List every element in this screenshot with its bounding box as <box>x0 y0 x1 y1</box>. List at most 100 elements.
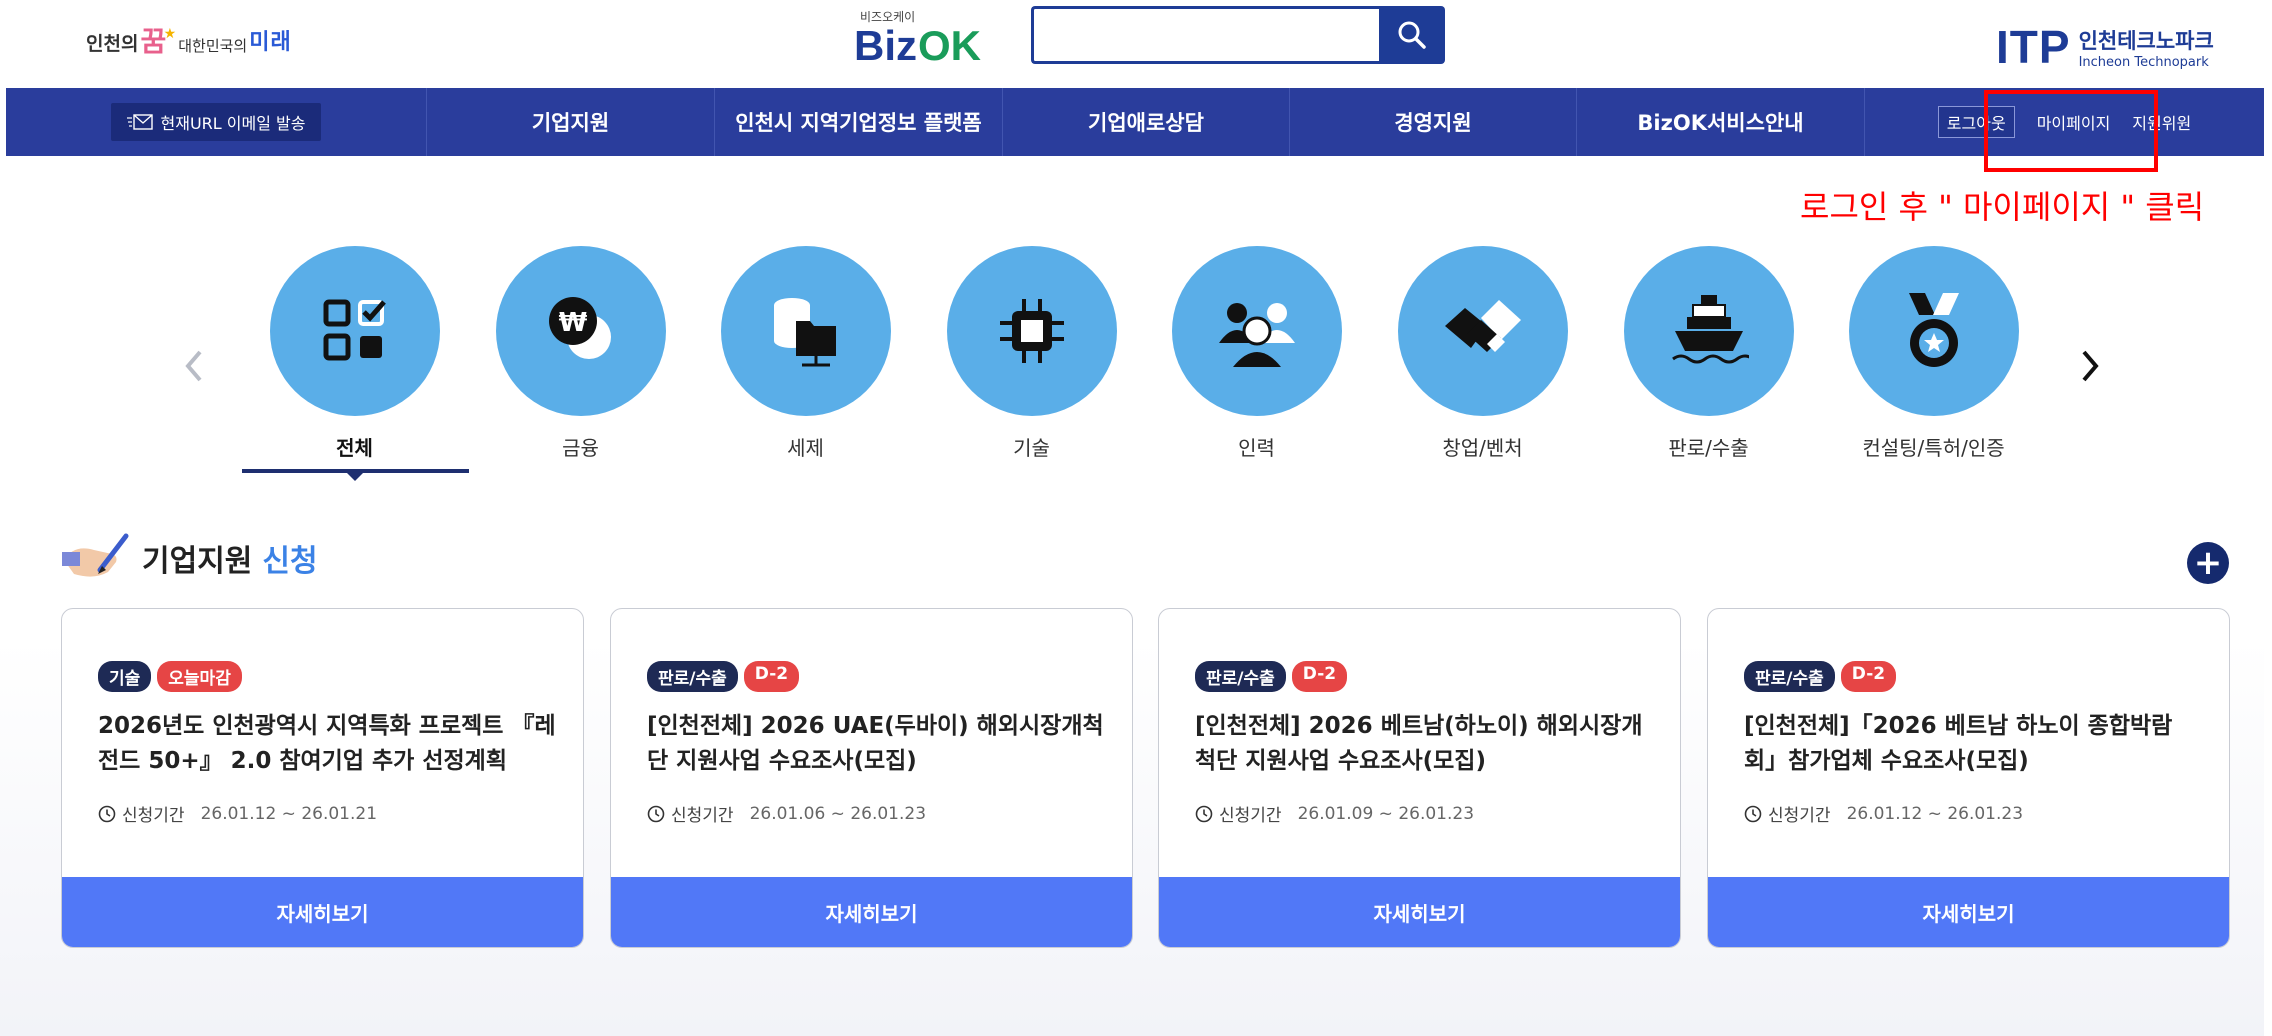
category-startup-label: 창업/벤처 <box>1442 436 1523 460</box>
period-dates: 26.01.12 ~ 26.01.21 <box>200 803 378 824</box>
main-nav: 현재URL 이메일 발송 기업지원 인천시 지역기업정보 플랫폼 기업애로상담 … <box>6 88 2264 156</box>
card-title[interactable]: [인천전체] 2026 UAE(두바이) 해외시장개척단 지원사업 수요조사(모… <box>647 709 1107 779</box>
deadline-badge: D-2 <box>1291 661 1348 692</box>
category-tag: 판로/수출 <box>647 661 738 692</box>
support-card-list: 기술 오늘마감 2026년도 인천광역시 지역특화 프로젝트 『레전드 50+』 … <box>61 608 2231 948</box>
category-tax[interactable]: 세제 <box>693 246 918 461</box>
category-tag: 판로/수출 <box>1744 661 1835 692</box>
incheon-slogan-logo[interactable]: 인천의 꿈 ★ 대한민국의 미래 <box>86 16 292 56</box>
category-hr[interactable]: 인력 <box>1144 246 1369 461</box>
category-carousel: 전체 ₩ 금융 세제 기술 인력 창업/벤처 판로/수출 컨설팅/특허/인증 <box>186 246 2086 486</box>
detail-button[interactable]: 자세히보기 <box>62 877 583 947</box>
search-field[interactable] <box>1031 6 1379 64</box>
card-period: 신청기간 26.01.12 ~ 26.01.21 <box>98 801 377 826</box>
card-period: 신청기간 26.01.09 ~ 26.01.23 <box>1195 801 1474 826</box>
won-coin-icon: ₩ <box>495 246 666 416</box>
svg-text:₩: ₩ <box>558 308 587 338</box>
section-header: 기업지원 신청 <box>60 530 318 586</box>
category-export[interactable]: 판로/수출 <box>1596 246 1821 461</box>
itp-name-en: Incheon Technopark <box>2078 54 2209 70</box>
category-export-label: 판로/수출 <box>1668 436 1749 460</box>
deadline-badge: 오늘마감 <box>157 661 242 692</box>
people-icon <box>1171 246 1342 416</box>
deadline-badge: D-2 <box>1840 661 1897 692</box>
category-consulting[interactable]: 컨설팅/특허/인증 <box>1821 246 2046 461</box>
category-hr-label: 인력 <box>1238 436 1275 460</box>
support-card[interactable]: 기술 오늘마감 2026년도 인천광역시 지역특화 프로젝트 『레전드 50+』 … <box>61 608 584 948</box>
star-icon: ★ <box>163 26 177 42</box>
bizok-logo[interactable]: 비즈오케이 Biz OK <box>852 8 1002 69</box>
slogan-dream: 꿈 ★ <box>140 26 176 56</box>
instruction-annotation: 로그인 후 " 마이페이지 " 클릭 <box>1800 188 2205 226</box>
ship-icon <box>1623 246 1794 416</box>
more-plus-button[interactable]: + <box>2187 542 2229 584</box>
category-tax-label: 세제 <box>787 436 824 460</box>
support-card[interactable]: 판로/수출 D-2 [인천전체]「2026 베트남 하노이 종합박람회」참가업체 … <box>1707 608 2230 948</box>
nav-item-support[interactable]: 기업지원 <box>426 88 714 156</box>
envelope-icon <box>126 114 153 130</box>
card-title[interactable]: [인천전체] 2026 베트남(하노이) 해외시장개척단 지원사업 수요조사(모… <box>1195 709 1655 779</box>
email-url-button[interactable]: 현재URL 이메일 발송 <box>110 103 322 141</box>
handshake-icon <box>1397 246 1568 416</box>
support-card[interactable]: 판로/수출 D-2 [인천전체] 2026 베트남(하노이) 해외시장개척단 지원… <box>1158 608 1681 948</box>
category-finance[interactable]: ₩ 금융 <box>468 246 693 461</box>
detail-button[interactable]: 자세히보기 <box>1159 877 1680 947</box>
active-tab-pointer <box>347 473 363 481</box>
detail-button[interactable]: 자세히보기 <box>611 877 1132 947</box>
card-title[interactable]: [인천전체]「2026 베트남 하노이 종합박람회」참가업체 수요조사(모집) <box>1744 709 2204 779</box>
itp-name-ko: 인천테크노파크 <box>2078 28 2214 53</box>
clock-icon <box>647 805 665 822</box>
nav-item-platform[interactable]: 인천시 지역기업정보 플랫폼 <box>714 88 1002 156</box>
period-label: 신청기간 <box>671 806 734 826</box>
section-title-accent: 신청 <box>262 544 318 579</box>
period-label: 신청기간 <box>1768 806 1831 826</box>
period-label: 신청기간 <box>1219 806 1282 826</box>
itp-logo[interactable]: ITP 인천테크노파크 Incheon Technopark <box>1996 21 2214 73</box>
hand-pen-icon <box>62 533 129 577</box>
support-card[interactable]: 판로/수출 D-2 [인천전체] 2026 UAE(두바이) 해외시장개척단 지원… <box>610 608 1133 948</box>
card-title[interactable]: 2026년도 인천광역시 지역특화 프로젝트 『레전드 50+』 2.0 참여기… <box>98 709 558 779</box>
medal-icon <box>1848 246 2019 416</box>
category-tech-label: 기술 <box>1013 436 1050 460</box>
database-folder-icon <box>720 246 891 416</box>
category-consulting-label: 컨설팅/특허/인증 <box>1862 436 2005 460</box>
nav-item-management[interactable]: 경영지원 <box>1289 88 1576 156</box>
category-tech[interactable]: 기술 <box>919 246 1144 461</box>
nav-item-consult[interactable]: 기업애로상담 <box>1002 88 1289 156</box>
clock-icon <box>98 805 116 822</box>
clock-icon <box>1744 805 1762 822</box>
detail-button[interactable]: 자세히보기 <box>1708 877 2229 947</box>
slogan-part-3: 대한민국의 <box>178 37 248 55</box>
bizok-ok-text: OK <box>918 22 981 69</box>
period-label: 신청기간 <box>122 806 185 826</box>
card-period: 신청기간 26.01.12 ~ 26.01.23 <box>1744 801 2023 826</box>
bizok-biz-text: Biz <box>854 22 917 69</box>
section-title: 기업지원 <box>142 544 253 579</box>
grid-check-icon <box>269 246 440 416</box>
slogan-future: 미래 <box>249 30 292 55</box>
chip-icon <box>946 246 1117 416</box>
plus-icon: + <box>2193 543 2223 583</box>
slogan-part-1: 인천의 <box>86 33 139 55</box>
search-button[interactable] <box>1379 6 1445 64</box>
search-icon <box>1398 21 1426 49</box>
top-header: 인천의 꿈 ★ 대한민국의 미래 비즈오케이 Biz OK ITP 인천테크노파크… <box>0 0 2272 86</box>
highlight-box <box>1984 90 2158 172</box>
period-dates: 26.01.06 ~ 26.01.23 <box>749 803 927 824</box>
deadline-badge: D-2 <box>743 661 800 692</box>
itp-short: ITP <box>1996 21 2071 73</box>
category-startup[interactable]: 창업/벤처 <box>1370 246 1595 461</box>
clock-icon <box>1195 805 1213 822</box>
category-all[interactable]: 전체 <box>242 246 467 461</box>
search-input[interactable] <box>1034 9 1379 61</box>
category-tag: 기술 <box>98 661 152 692</box>
category-tag: 판로/수출 <box>1195 661 1286 692</box>
card-period: 신청기간 26.01.06 ~ 26.01.23 <box>647 801 926 826</box>
nav-email-cell: 현재URL 이메일 발송 <box>6 88 426 156</box>
nav-item-service[interactable]: BizOK서비스안내 <box>1576 88 1864 156</box>
category-finance-label: 금융 <box>562 436 599 460</box>
period-dates: 26.01.09 ~ 26.01.23 <box>1297 803 1475 824</box>
category-all-label: 전체 <box>336 436 373 460</box>
email-url-label: 현재URL 이메일 발송 <box>160 114 306 133</box>
period-dates: 26.01.12 ~ 26.01.23 <box>1846 803 2024 824</box>
